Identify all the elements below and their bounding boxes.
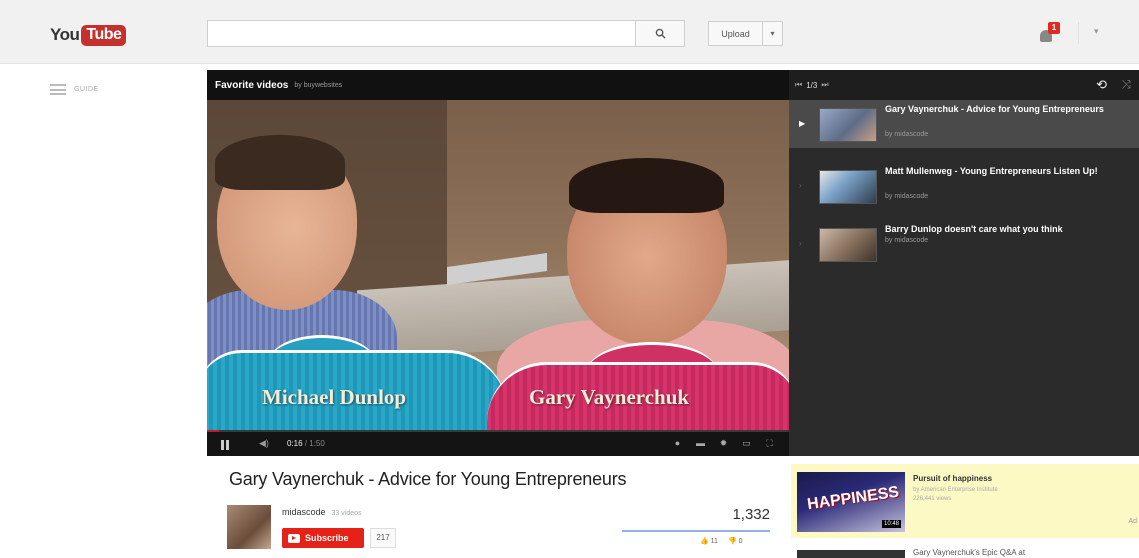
playlist-item[interactable]: ▶ Gary Vaynerchuk - Advice for Young Ent… [789,100,1139,148]
fullscreen-icon[interactable]: ⛶ [764,438,775,449]
subscribe-button[interactable]: Subscribe [282,528,364,548]
lower-third-name-right: Gary Vaynerchuk [529,385,690,409]
video-frame[interactable]: Michael Dunlop Gary Vaynerchuk [207,100,789,430]
related-thumbnail[interactable]: HAPPINESS 10:48 [797,472,905,532]
time-display: 0:16 / 1:50 [287,439,325,448]
ad-label: Ad [1128,518,1137,525]
like-dislike-counts: 👍 11 👎 0 [700,537,743,545]
search-box [207,20,635,47]
like-ratio-fill [622,530,770,532]
search-button[interactable] [635,20,685,47]
related-title[interactable]: Pursuit of happiness [913,474,992,483]
view-count: 1,332 [732,506,770,523]
channel-name-text[interactable]: midascode [282,507,326,517]
controls-right: ● ▬ ✹ ▭ ⛶ [672,438,775,449]
like-ratio-bar [622,530,770,532]
notifications-button[interactable]: 1 [1040,22,1062,44]
playlist-item[interactable]: › Barry Dunlop doesn't care what you thi… [789,220,1139,268]
person-left-hair [215,135,345,190]
lower-third-name-left: Michael Dunlop [262,385,407,409]
menu-icon [50,84,66,95]
related-owner: by American Enterprise Institute [913,487,998,493]
playlist-thumbnail [819,228,877,262]
playlist-thumbnail [819,170,877,204]
volume-icon[interactable]: ◀) [259,438,269,449]
subscriber-count: 217 [370,528,396,548]
related-views: 226,441 views [913,496,952,502]
upload-button[interactable]: Upload [708,21,763,46]
related-video-ad[interactable]: HAPPINESS 10:48 Pursuit of happiness by … [791,464,1139,538]
playlist-item-owner: by midascode [885,131,929,138]
related-video[interactable]: Gary Vaynerchuk's Epic Q&A at [797,548,1139,558]
subscribe-label: Subscribe [305,533,349,543]
search-icon [655,28,666,39]
playlist-topbar: ⏮ 1/3 ⏭ ⟲ ⤨ [789,70,1139,100]
now-playing-icon: ▶ [799,119,806,128]
playlist-nav: ⏮ 1/3 ⏭ [795,80,829,90]
thumbnail-text: HAPPINESS [806,483,901,514]
channel-avatar[interactable] [227,505,271,549]
playlist-panel: ⏮ 1/3 ⏭ ⟲ ⤨ ▶ Gary Vaynerchuk - Advice f… [789,70,1139,456]
previous-icon[interactable]: ⏮ [795,80,802,90]
time-duration: 1:50 [309,439,325,448]
theater-mode-icon[interactable]: ▭ [741,438,752,449]
playlist-item-owner: by midascode [885,193,929,200]
channel-video-count[interactable]: 33 videos [332,510,362,517]
notification-badge: 1 [1048,22,1060,34]
item-index-icon: › [799,239,802,248]
progress-bar-played[interactable] [207,430,219,432]
captions-icon[interactable]: ▬ [695,438,706,449]
video-title: Gary Vaynerchuk - Advice for Young Entre… [229,469,627,489]
person-right-hair [569,158,724,213]
playlist-item-title: Gary Vaynerchuk - Advice for Young Entre… [885,104,1104,114]
next-icon[interactable]: ⏭ [821,80,828,90]
channel-name[interactable]: midascode 33 videos [282,507,362,517]
account-menu-button[interactable]: ▾ [1094,26,1099,37]
dislike-button[interactable]: 👎 0 [728,537,743,545]
guide-label: GUIDE [74,86,99,93]
youtube-logo[interactable]: You Tube [50,24,127,46]
youtube-play-icon [288,533,300,543]
playlist-item-title: Matt Mullenweg - Young Entrepreneurs Lis… [885,166,1098,176]
like-count: 11 [710,538,718,545]
chevron-down-icon: ▾ [770,29,775,38]
search-input[interactable] [208,21,635,46]
playlist-title[interactable]: Favorite videos [215,80,288,91]
playlist-owner[interactable]: by buywebsites [294,82,342,89]
playlist-item-owner: by midascode [885,237,929,244]
related-title[interactable]: Gary Vaynerchuk's Epic Q&A at [913,548,1025,557]
logo-tube-text: Tube [81,24,127,46]
watch-later-icon[interactable]: ● [672,438,683,449]
logo-you-text: You [50,25,80,44]
playlist-thumbnail [819,108,877,142]
playlist-position: 1/3 [806,80,818,90]
playlist-item[interactable]: › Matt Mullenweg - Young Entrepreneurs L… [789,162,1139,210]
dislike-count: 0 [738,538,743,545]
playlist-header: Favorite videos by buywebsites [207,70,789,100]
playlist-item-title: Barry Dunlop doesn't care what you think [885,224,1063,234]
masthead: You Tube Upload ▾ 1 ▾ [0,0,1139,64]
video-player: Favorite videos by buywebsites Michael D… [207,70,1139,456]
upload-menu-button[interactable]: ▾ [763,21,783,46]
guide-button[interactable]: GUIDE [50,84,99,95]
item-index-icon: › [799,181,802,190]
divider [1078,22,1079,44]
loop-icon[interactable]: ⟲ [1096,77,1107,93]
chevron-down-icon: ▾ [1094,26,1099,36]
shuffle-icon[interactable]: ⤨ [1121,77,1131,92]
related-thumbnail[interactable] [797,550,905,558]
settings-gear-icon[interactable]: ✹ [718,438,729,449]
player-controls: ◀) 0:16 / 1:50 ● ▬ ✹ ▭ ⛶ [207,430,789,456]
time-current: 0:16 [287,439,303,448]
pause-button[interactable] [221,440,229,450]
thumbnail-duration: 10:48 [881,520,901,528]
like-button[interactable]: 👍 11 [700,537,718,545]
